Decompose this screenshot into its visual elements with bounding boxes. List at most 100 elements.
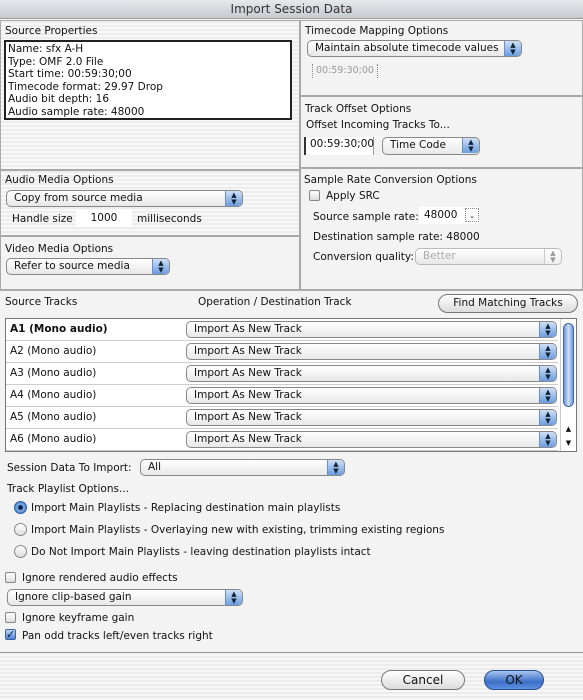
source-property-line: Name: sfx A-H <box>8 43 84 55</box>
handle-size-unit: milliseconds <box>137 213 202 225</box>
video-media-heading: Video Media Options <box>5 243 114 255</box>
source-property-line: Type: OMF 2.0 File <box>8 55 104 68</box>
timecode-mapping-field: 00:59:30;00 <box>312 64 378 78</box>
popup-arrows-icon: ▲ ▼ <box>539 344 556 359</box>
destination-sample-rate: Destination sample rate: 48000 <box>313 231 480 243</box>
timecode-mapping-popup[interactable]: Maintain absolute timecode values ▲ ▼ <box>307 40 522 57</box>
track-source-label: A2 (Mono audio) <box>10 345 97 357</box>
track-row: A5 (Mono audio) Import As New Track ▲ ▼ <box>6 407 558 429</box>
source-properties-box: Name: sfx A-H Type: OMF 2.0 File Start t… <box>4 40 292 120</box>
track-operation-value: Import As New Track <box>194 411 302 423</box>
find-matching-tracks-button[interactable]: Find Matching Tracks <box>438 294 578 313</box>
playlist-radio-replace[interactable] <box>14 501 27 514</box>
apply-src-checkbox[interactable] <box>309 190 320 201</box>
cancel-button[interactable]: Cancel <box>381 670 465 690</box>
track-row: A3 (Mono audio) Import As New Track ▲ ▼ <box>6 363 558 385</box>
playlist-radio-overlay[interactable] <box>14 523 27 536</box>
playlist-option-label: Do Not Import Main Playlists - leaving d… <box>31 546 371 558</box>
audio-media-heading: Audio Media Options <box>5 174 114 186</box>
conversion-quality-popup[interactable]: Better ▲ ▼ <box>415 248 562 265</box>
playlist-option-label: Import Main Playlists - Overlaying new w… <box>31 524 445 536</box>
ok-button[interactable]: OK <box>484 670 544 690</box>
track-offset-subheading: Offset Incoming Tracks To... <box>306 119 450 131</box>
track-offset-heading: Track Offset Options <box>305 103 412 115</box>
track-row: A2 (Mono audio) Import As New Track ▲ ▼ <box>6 341 558 363</box>
source-property-line: Audio bit depth: 16 <box>8 93 110 105</box>
scroll-down-icon[interactable]: ▼ <box>561 439 576 447</box>
conversion-quality-label: Conversion quality: <box>313 251 414 263</box>
track-operation-value: Import As New Track <box>194 345 302 357</box>
popup-arrows-icon: ▲ ▼ <box>544 249 561 264</box>
pan-odd-even-label: Pan odd tracks left/even tracks right <box>22 630 213 642</box>
playlist-radio-none[interactable] <box>14 545 27 558</box>
track-operation-popup[interactable]: Import As New Track ▲ ▼ <box>186 343 557 360</box>
track-row: A6 (Mono audio) Import As New Track ▲ ▼ <box>6 429 558 451</box>
popup-arrows-icon: ▲ ▼ <box>539 410 556 425</box>
session-data-value: All <box>148 461 162 473</box>
track-row: A1 (Mono audio) Import As New Track ▲ ▼ <box>6 319 558 341</box>
track-source-label: A3 (Mono audio) <box>10 367 97 379</box>
source-property-line: Start time: 00:59:30;00 <box>8 68 132 80</box>
track-offset-unit-value: Time Code <box>390 139 446 151</box>
source-sample-rate-label: Source sample rate: <box>313 211 419 223</box>
track-operation-value: Import As New Track <box>194 367 302 379</box>
video-media-popup[interactable]: Refer to source media ▲ ▼ <box>6 258 170 275</box>
popup-arrows-icon: ▲ ▼ <box>539 322 556 337</box>
track-source-label: A4 (Mono audio) <box>10 389 97 401</box>
track-operation-popup[interactable]: Import As New Track ▲ ▼ <box>186 387 557 404</box>
popup-arrows-icon: ▲ ▼ <box>225 590 242 605</box>
session-data-label: Session Data To Import: <box>7 462 132 474</box>
conversion-quality-value: Better <box>423 250 456 262</box>
handle-size-label: Handle size <box>12 213 73 225</box>
track-operation-value: Import As New Track <box>194 433 302 445</box>
source-properties-heading: Source Properties <box>5 25 98 37</box>
audio-media-popup[interactable]: Copy from source media ▲ ▼ <box>6 190 243 207</box>
popup-arrows-icon: ▲ ▼ <box>462 138 479 153</box>
playlist-option-label: Import Main Playlists - Replacing destin… <box>31 502 341 514</box>
track-source-label: A5 (Mono audio) <box>10 411 97 423</box>
session-data-popup[interactable]: All ▲ ▼ <box>140 459 345 476</box>
source-property-line: Timecode format: 29.97 Drop <box>8 80 163 93</box>
track-offset-input[interactable]: 00:59:30;00 <box>304 137 374 155</box>
popup-arrows-icon: ▲ ▼ <box>504 41 521 56</box>
playlist-options-heading: Track Playlist Options... <box>7 483 129 495</box>
track-operation-value: Import As New Track <box>194 323 302 335</box>
video-media-value: Refer to source media <box>14 260 130 272</box>
handle-size-input[interactable]: 1000 <box>76 210 132 227</box>
operation-header: Operation / Destination Track <box>198 296 352 308</box>
ignore-keyframe-label: Ignore keyframe gain <box>22 612 135 624</box>
track-offset-unit-popup[interactable]: Time Code ▲ ▼ <box>382 137 480 155</box>
popup-arrows-icon: ▲ ▼ <box>225 191 242 206</box>
apply-src-label: Apply SRC <box>326 190 380 202</box>
pan-odd-even-checkbox[interactable]: ✓ <box>5 629 16 640</box>
source-property-line: Audio sample rate: 48000 <box>8 105 145 118</box>
clip-gain-popup[interactable]: Ignore clip-based gain ▲ ▼ <box>7 589 243 606</box>
ignore-rendered-label: Ignore rendered audio effects <box>22 572 178 584</box>
timecode-mapping-heading: Timecode Mapping Options <box>305 25 449 37</box>
popup-arrows-icon: ▲ ▼ <box>327 460 344 475</box>
track-source-label: A6 (Mono audio) <box>10 433 97 445</box>
track-operation-value: Import As New Track <box>194 389 302 401</box>
ignore-keyframe-checkbox[interactable] <box>5 612 16 623</box>
scrollbar-thumb[interactable] <box>563 323 574 407</box>
tracks-scrollbar[interactable]: ▲ ▼ <box>560 319 576 451</box>
track-source-label: A1 (Mono audio) <box>10 323 108 335</box>
source-sample-rate-value: 48000 <box>424 209 458 221</box>
scroll-up-icon[interactable]: ▲ <box>561 425 576 433</box>
ignore-rendered-checkbox[interactable] <box>5 572 16 583</box>
track-operation-popup[interactable]: Import As New Track ▲ ▼ <box>186 321 557 338</box>
track-rows: A1 (Mono audio) Import As New Track ▲ ▼ A2 … <box>6 319 558 451</box>
track-row: A4 (Mono audio) Import As New Track ▲ ▼ <box>6 385 558 407</box>
clip-gain-value: Ignore clip-based gain <box>15 591 132 603</box>
chevron-down-icon[interactable]: ⌄ <box>465 208 479 222</box>
source-tracks-header: Source Tracks <box>5 296 78 308</box>
track-operation-popup[interactable]: Import As New Track ▲ ▼ <box>186 365 557 382</box>
sample-rate-heading: Sample Rate Conversion Options <box>304 174 477 186</box>
popup-arrows-icon: ▲ ▼ <box>539 432 556 447</box>
audio-media-value: Copy from source media <box>14 192 143 204</box>
track-operation-popup[interactable]: Import As New Track ▲ ▼ <box>186 409 557 426</box>
popup-arrows-icon: ▲ ▼ <box>539 388 556 403</box>
source-sample-rate-field[interactable]: 48000 ⌄ <box>419 207 479 224</box>
track-operation-popup[interactable]: Import As New Track ▲ ▼ <box>186 431 557 448</box>
timecode-mapping-value: Maintain absolute timecode values <box>315 42 499 54</box>
